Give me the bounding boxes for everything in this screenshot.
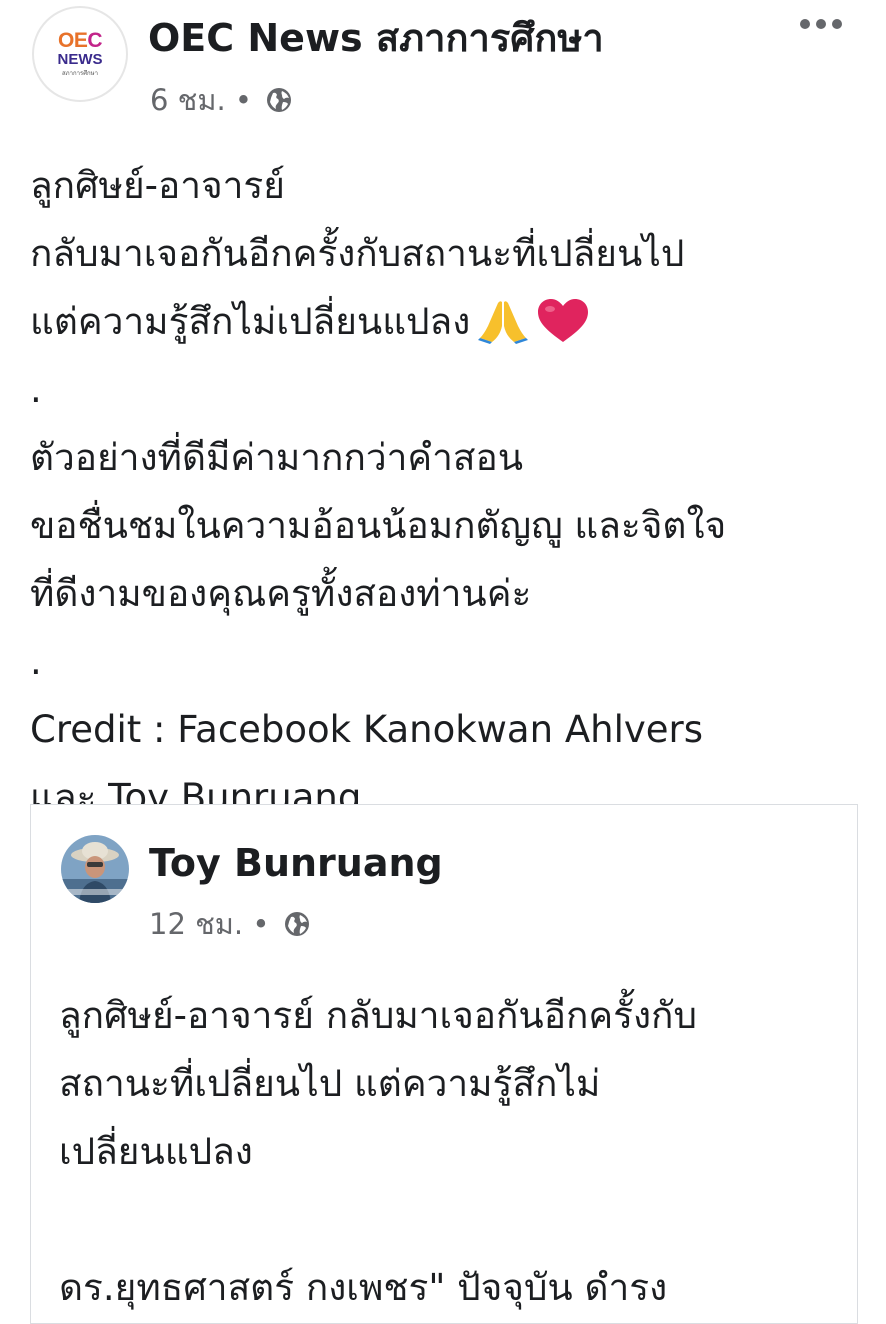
- post-text-line: กลับมาเจอกันอีกครั้งกับสถานะที่เปลี่ยนไป: [30, 232, 685, 275]
- post-text-line: Credit : Facebook Kanokwan Ahlvers: [30, 708, 704, 751]
- post-text-line: แต่ความรู้สึกไม่เปลี่ยนแปลง: [30, 288, 850, 356]
- globe-icon: [283, 908, 311, 948]
- post-timestamp[interactable]: 6 ชม.: [150, 83, 226, 117]
- post-text-line: ขอชื่นชมในความอ้อนน้อมกตัญญู และจิตใจ: [30, 504, 727, 547]
- shared-post-text: ลูกศิษย์-อาจารย์ กลับมาเจอกันอีกครั้งกับ…: [59, 982, 839, 1322]
- shared-text-line: [59, 1186, 839, 1254]
- globe-icon: [265, 84, 293, 124]
- post-meta: 6 ชม. •: [150, 80, 293, 124]
- shared-post-card[interactable]: Toy Bunruang 12 ชม. • ลูกศิษย์-อาจารย์ ก…: [30, 804, 858, 1324]
- shared-author-avatar[interactable]: [61, 835, 129, 903]
- post-header: OEC NEWS สภาการศึกษา OEC News สภาการศึกษ…: [0, 0, 886, 130]
- red-heart-emoji: [536, 298, 590, 366]
- shared-post-timestamp[interactable]: 12 ชม.: [149, 907, 243, 941]
- post-text: ลูกศิษย์-อาจารย์ กลับมาเจอกันอีกครั้งกับ…: [30, 152, 850, 832]
- post-text-line: .: [30, 640, 42, 683]
- shared-text-line: เปลี่ยนแปลง: [59, 1130, 253, 1173]
- page-avatar[interactable]: OEC NEWS สภาการศึกษา: [32, 6, 128, 102]
- post-text-line: ลูกศิษย์-อาจารย์: [30, 164, 285, 207]
- shared-text-line: ดร.ยุทธศาสตร์ กงเพชร" ปัจจุบัน ดำรง: [59, 1266, 668, 1309]
- shared-author-name[interactable]: Toy Bunruang: [149, 839, 443, 887]
- shared-post-meta: 12 ชม. •: [149, 904, 311, 948]
- more-dots-icon[interactable]: [796, 14, 846, 34]
- avatar-logo-subtitle: สภาการศึกษา: [62, 70, 98, 77]
- shared-text-line: ลูกศิษย์-อาจารย์ กลับมาเจอกันอีกครั้งกับ: [59, 994, 697, 1037]
- page-name-link[interactable]: OEC News สภาการศึกษา: [148, 14, 604, 62]
- avatar-logo-oec: OEC: [57, 29, 103, 52]
- avatar-logo-news: NEWS: [57, 51, 103, 68]
- post-text-line: ตัวอย่างที่ดีมีค่ามากกว่าคำสอน: [30, 436, 524, 479]
- folded-hands-emoji: [476, 298, 530, 366]
- meta-separator: •: [234, 83, 253, 117]
- post-text-line: ที่ดีงามของคุณครูทั้งสองท่านค่ะ: [30, 572, 532, 615]
- shared-text-line: สถานะที่เปลี่ยนไป แต่ความรู้สึกไม่: [59, 1062, 601, 1105]
- post-text-line: .: [30, 368, 42, 411]
- meta-separator: •: [252, 907, 270, 941]
